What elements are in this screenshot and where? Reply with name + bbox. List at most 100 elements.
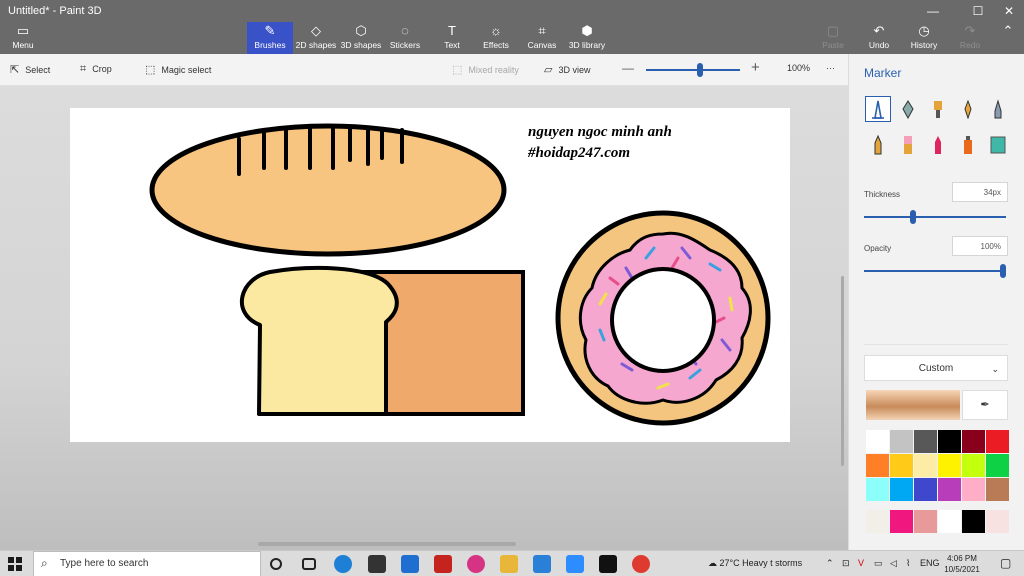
palette-swatch[interactable] xyxy=(890,430,913,453)
custom-palette-swatch[interactable] xyxy=(938,510,961,533)
custom-palette-swatch[interactable] xyxy=(962,510,985,533)
notifications-icon[interactable]: ▢ xyxy=(1000,556,1011,570)
color-mode-dropdown[interactable]: Custom ⌄ xyxy=(864,355,1008,381)
palette-swatch[interactable] xyxy=(866,430,889,453)
magic-select-button[interactable]: ⬚ Magic select xyxy=(145,63,211,76)
more-options-button[interactable]: ··· xyxy=(826,63,835,73)
tab-effects[interactable]: ☼ Effects xyxy=(480,22,512,54)
cortana-icon[interactable] xyxy=(270,558,282,570)
zoom-slider-thumb[interactable] xyxy=(697,63,703,77)
opacity-slider-thumb[interactable] xyxy=(1000,264,1006,278)
tray-screen-icon[interactable]: ▭ xyxy=(874,558,883,569)
opacity-slider[interactable] xyxy=(864,264,1006,278)
zoom-level[interactable]: 100% xyxy=(787,63,810,73)
palette-swatch[interactable] xyxy=(986,454,1009,477)
opacity-input[interactable]: 100% xyxy=(952,236,1008,256)
tab-3d-library[interactable]: ⬢ 3D library xyxy=(567,22,607,54)
taskbar-search-box[interactable]: ⌕ Type here to search xyxy=(33,551,261,576)
palette-swatch[interactable] xyxy=(962,430,985,453)
mixed-reality-button[interactable]: ⬚ Mixed reality xyxy=(452,63,519,76)
undo-button[interactable]: ↶ Undo xyxy=(864,22,894,54)
minimize-button[interactable]: — xyxy=(918,2,948,20)
network-icon[interactable]: ⌇ xyxy=(906,558,910,569)
tab-3d-shapes[interactable]: ⬡ 3D shapes xyxy=(340,22,382,54)
zoom-slider[interactable] xyxy=(646,63,740,77)
undo-label: Undo xyxy=(868,40,890,50)
palette-swatch[interactable] xyxy=(914,478,937,501)
palette-swatch[interactable] xyxy=(938,478,961,501)
palette-swatch[interactable] xyxy=(914,430,937,453)
thickness-input[interactable]: 34px xyxy=(952,182,1008,202)
horizontal-scrollbar[interactable] xyxy=(258,542,516,546)
redo-button[interactable]: ↷ Redo xyxy=(955,22,985,54)
tray-app-icon[interactable]: ⊡ xyxy=(842,558,850,569)
calculator-icon[interactable] xyxy=(533,555,551,573)
palette-swatch[interactable] xyxy=(986,430,1009,453)
palette-swatch[interactable] xyxy=(890,478,913,501)
marker-tool[interactable] xyxy=(865,96,891,122)
crayon-tool[interactable] xyxy=(925,132,951,158)
palette-swatch[interactable] xyxy=(866,454,889,477)
palette-swatch[interactable] xyxy=(914,454,937,477)
custom-palette-swatch[interactable] xyxy=(986,510,1009,533)
crop-button[interactable]: ⌗ Crop xyxy=(80,63,112,76)
tray-v-icon[interactable]: V xyxy=(858,558,864,568)
palette-swatch[interactable] xyxy=(866,478,889,501)
zoom-out-button[interactable]: — xyxy=(622,61,634,75)
spray-can-tool[interactable] xyxy=(955,132,981,158)
close-button[interactable]: ✕ xyxy=(994,2,1024,20)
eyedropper-button[interactable]: ✒ xyxy=(962,390,1008,420)
palette-swatch[interactable] xyxy=(938,454,961,477)
tab-brushes[interactable]: ✎ Brushes xyxy=(247,22,293,54)
tab-text[interactable]: T Text xyxy=(438,22,466,54)
mail-icon[interactable] xyxy=(401,555,419,573)
3d-library-icon: ⬢ xyxy=(581,23,593,38)
tab-stickers[interactable]: ◌ Stickers xyxy=(388,22,422,54)
tray-chevron-icon[interactable]: ⌃ xyxy=(826,558,834,569)
current-color-swatch[interactable] xyxy=(866,390,960,420)
oil-brush-tool[interactable] xyxy=(925,96,951,122)
thickness-slider[interactable] xyxy=(864,210,1006,224)
gift-app-icon[interactable] xyxy=(434,555,452,573)
capcut-icon[interactable] xyxy=(599,555,617,573)
fill-tool[interactable] xyxy=(985,132,1011,158)
custom-palette-swatch[interactable] xyxy=(914,510,937,533)
paste-button[interactable]: ▢ Paste xyxy=(818,22,848,54)
clock[interactable]: 4:06 PM 10/5/2021 xyxy=(937,553,987,575)
calligraphy-pen-tool[interactable] xyxy=(895,96,921,122)
edge-icon[interactable] xyxy=(334,555,352,573)
paint-3d-taskbar-icon[interactable] xyxy=(467,555,485,573)
custom-palette-swatch[interactable] xyxy=(866,510,889,533)
tab-canvas[interactable]: ⌗ Canvas xyxy=(526,22,558,54)
palette-swatch[interactable] xyxy=(938,430,961,453)
eraser-tool[interactable] xyxy=(895,132,921,158)
custom-palette-swatch[interactable] xyxy=(890,510,913,533)
thickness-slider-thumb[interactable] xyxy=(910,210,916,224)
collapse-toolbar-button[interactable]: ⌃ xyxy=(996,22,1020,54)
store-icon[interactable] xyxy=(368,555,386,573)
pencil-tool[interactable] xyxy=(865,132,891,158)
history-button[interactable]: ◷ History xyxy=(907,22,941,54)
maximize-button[interactable]: ☐ xyxy=(963,2,993,20)
vertical-scrollbar[interactable] xyxy=(841,276,844,466)
zoom-app-icon[interactable] xyxy=(566,555,584,573)
chrome-icon[interactable] xyxy=(632,555,650,573)
zoom-in-button[interactable]: + xyxy=(751,59,760,76)
volume-icon[interactable]: ◁ xyxy=(890,558,897,569)
palette-swatch[interactable] xyxy=(986,478,1009,501)
pixel-pen-tool[interactable] xyxy=(985,96,1011,122)
3d-view-button[interactable]: ▱ 3D view xyxy=(544,63,590,76)
palette-swatch[interactable] xyxy=(890,454,913,477)
select-button[interactable]: ⇱ Select xyxy=(10,63,50,76)
palette-swatch[interactable] xyxy=(962,478,985,501)
windows-start-icon[interactable] xyxy=(8,557,22,571)
watercolor-tool[interactable] xyxy=(955,96,981,122)
menu-button[interactable]: ▭ Menu xyxy=(4,22,42,54)
task-view-icon[interactable] xyxy=(302,558,316,570)
tab-2d-shapes[interactable]: ◇ 2D shapes xyxy=(295,22,337,54)
file-explorer-icon[interactable] xyxy=(500,555,518,573)
weather-widget[interactable]: ☁ 27°C Heavy t storms xyxy=(708,558,802,569)
drawing-canvas[interactable]: nguyen ngoc minh anh #hoidap247.com xyxy=(70,108,790,442)
palette-swatch[interactable] xyxy=(962,454,985,477)
secondary-toolbar: ⇱ Select ⌗ Crop ⬚ Magic select ⬚ Mixed reali… xyxy=(0,54,848,86)
